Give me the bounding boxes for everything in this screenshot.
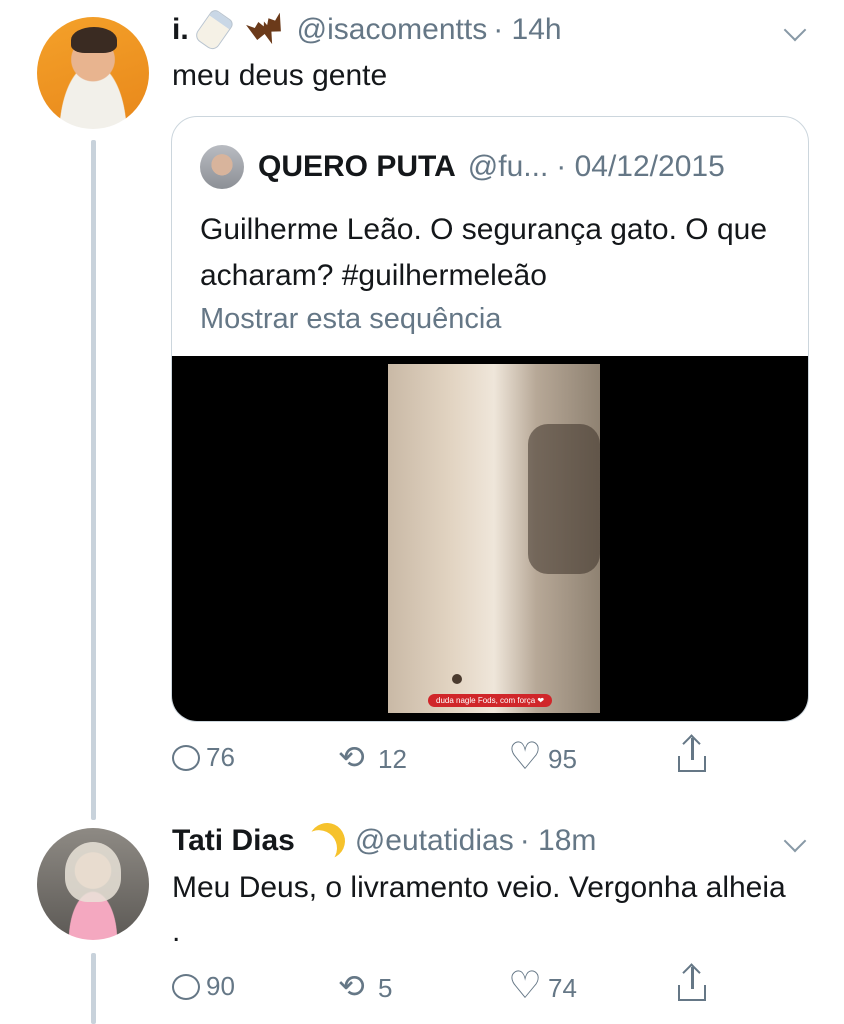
thread-line [91,953,96,1024]
reply-button[interactable]: 90 [172,971,235,1002]
bat-icon [245,10,289,51]
video-caption: duda nagle Fods, com força ❤ [428,694,553,707]
username[interactable]: @isacomentts [297,13,488,47]
avatar [200,145,244,189]
chevron-down-icon[interactable] [783,829,807,853]
tweet-text: meu deus gente [172,59,388,92]
reply-button[interactable]: 76 [172,742,235,773]
display-name: QUERO PUTA [258,150,456,183]
tweet-text: Meu Deus, o livramento veio. Vergonha al… [172,871,786,948]
timestamp: · 04/12/2015 [556,150,725,183]
display-name[interactable]: Tati Dias [172,824,295,858]
quoted-tweet-text: Guilherme Leão. O segurança gato. O que … [200,213,768,292]
quoted-tweet[interactable]: QUERO PUTA @fu... · 04/12/2015 Guilherme… [171,116,809,722]
avatar[interactable] [37,828,149,940]
share-icon [678,967,706,1001]
reply-icon [172,744,200,771]
show-thread-link[interactable]: Mostrar esta sequência [200,303,501,336]
tweet-header: i. @isacomentts · 14h [172,7,562,53]
username[interactable]: @eutatidias [355,824,514,858]
retweet-button[interactable]: 5 [338,967,393,1005]
tweet-actions: 90 5 74 [172,963,732,1011]
display-name[interactable]: i. [172,13,189,47]
share-button[interactable] [678,967,712,1001]
like-count: 95 [548,743,577,774]
retweet-count: 12 [378,743,407,774]
retweet-icon [338,967,372,1005]
tweet-header: Tati Dias @eutatidias · 18m [172,823,596,859]
reply-icon [172,973,200,1000]
video-media[interactable]: duda nagle Fods, com força ❤ [172,356,808,721]
reply-count: 90 [206,971,235,1001]
crescent-moon-icon [304,818,350,864]
share-button[interactable] [678,738,712,772]
share-icon [678,738,706,772]
reply-count: 76 [206,742,235,772]
quoted-tweet-header: QUERO PUTA @fu... · 04/12/2015 [200,145,725,189]
like-count: 74 [548,972,577,1003]
video-frame: duda nagle Fods, com força ❤ [388,364,600,713]
like-button[interactable]: 95 [508,734,577,779]
retweet-count: 5 [378,972,393,1003]
like-icon [508,734,542,779]
thread-line [91,140,96,820]
like-icon [508,963,542,1008]
timestamp[interactable]: · 18m [520,824,597,858]
like-button[interactable]: 74 [508,963,577,1008]
baby-bottle-icon [192,7,235,53]
retweet-button[interactable]: 12 [338,738,407,776]
timestamp[interactable]: · 14h [493,13,561,47]
chevron-down-icon[interactable] [783,18,807,42]
tweet-actions: 76 12 95 [172,734,732,782]
username: @fu... [467,150,549,183]
retweet-icon [338,738,372,776]
avatar[interactable] [37,17,149,129]
